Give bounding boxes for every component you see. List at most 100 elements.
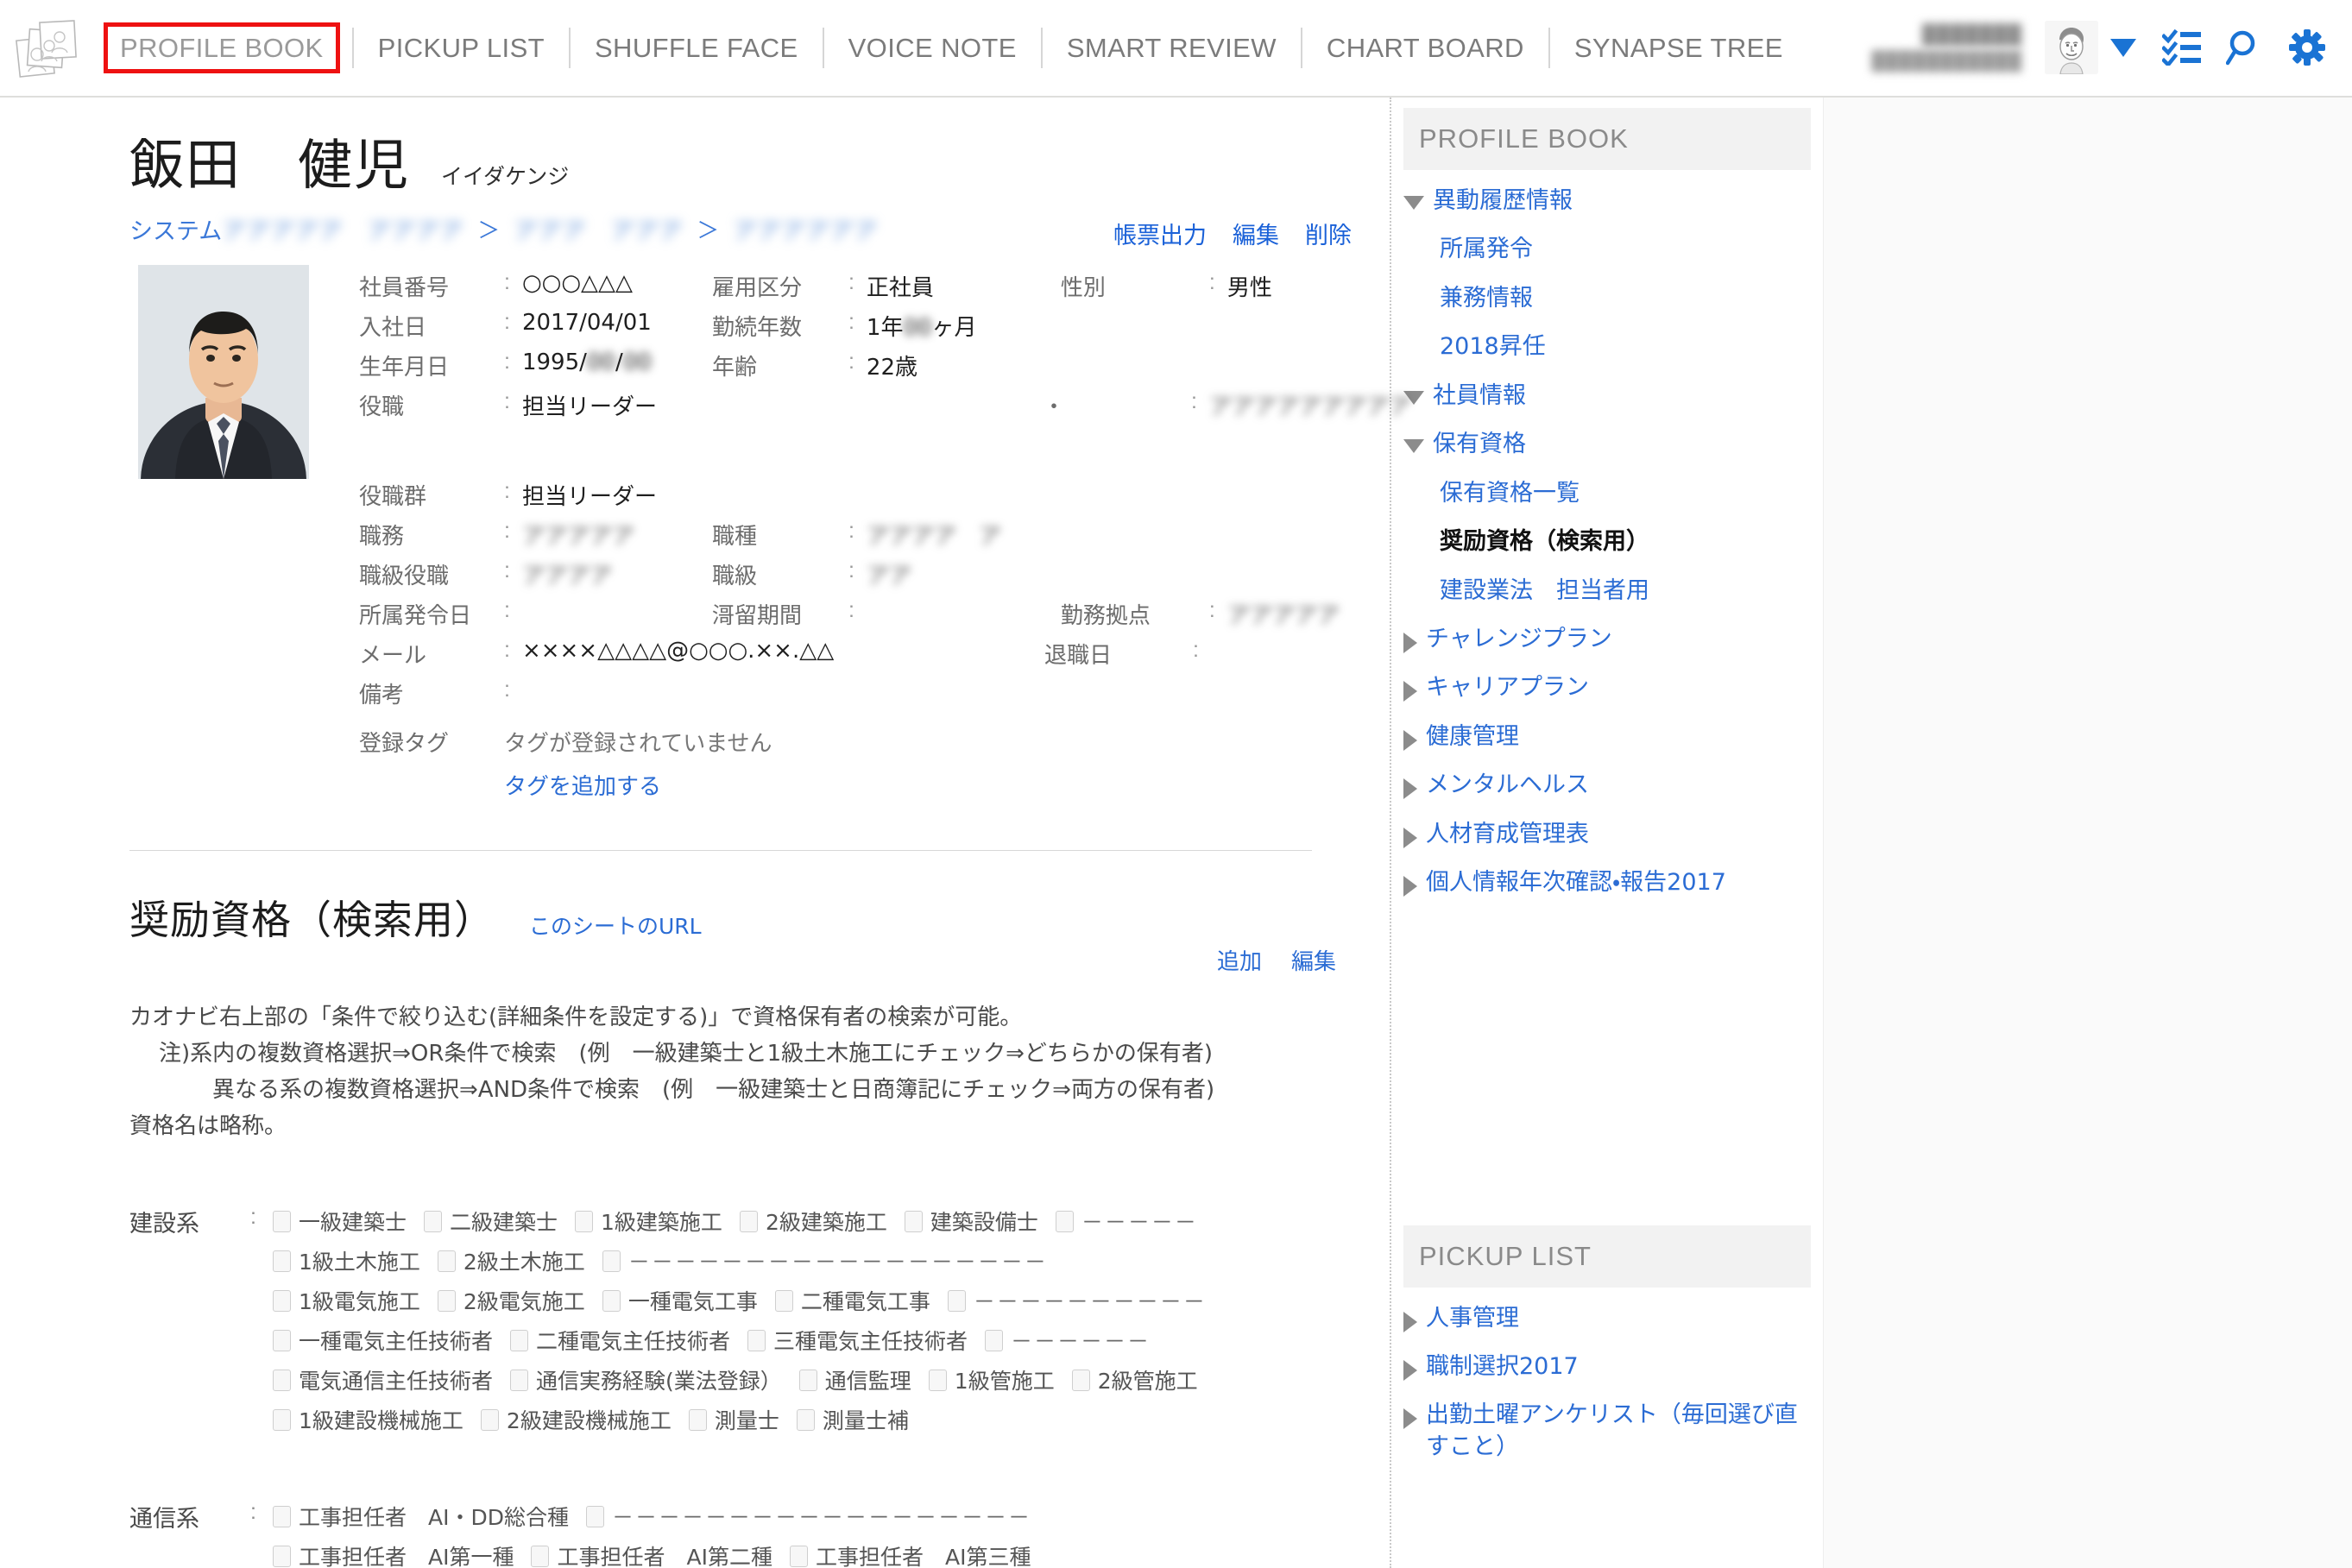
nav-tab-shuffle-face[interactable]: SHUFFLE FACE [571,35,823,61]
qualification-checkbox-item[interactable]: 建築設備士 [904,1206,1038,1237]
nav-tab-pickup-list[interactable]: PICKUP LIST [354,35,569,61]
sidebar-item-4[interactable]: 2018昇任 [1391,323,1823,371]
sheet-add-link[interactable]: 追加 [1217,944,1262,976]
add-tag-link[interactable]: タグを追加する [504,769,661,801]
checkbox-input[interactable] [273,1210,291,1232]
qualification-checkbox-item[interactable]: 2級建築施工 [739,1206,887,1237]
nav-tab-synapse-tree[interactable]: SYNAPSE TREE [1550,35,1807,61]
nav-tab-profile-book[interactable]: PROFILE BOOK [104,22,340,73]
checkbox-input[interactable] [798,1369,817,1391]
checklist-icon[interactable] [2162,29,2202,66]
checkbox-input[interactable] [273,1545,291,1567]
checkbox-input[interactable] [437,1289,456,1312]
user-avatar-icon[interactable] [2045,21,2098,75]
qualification-checkbox-item[interactable]: 2級建設機械施工 [480,1404,672,1435]
sidebar-item-11[interactable]: キャリアプラン [1391,664,1823,712]
breadcrumb-root[interactable]: システム [129,212,222,246]
checkbox-input[interactable] [747,1329,766,1351]
sidebar-item-2[interactable]: 職制選択2017 [1391,1343,1823,1391]
sidebar-item-3[interactable]: 出勤土曜アンケリスト（毎回選び直すこと） [1391,1391,1823,1471]
qualification-checkbox-item[interactable]: 通信監理 [798,1364,911,1395]
qualification-checkbox-item[interactable]: 測量士 [688,1404,779,1435]
breadcrumb-segment-3[interactable]: アアアアアア [733,212,878,246]
nav-tab-chart-board[interactable]: CHART BOARD [1302,35,1548,61]
checkbox-input[interactable] [774,1289,793,1312]
logo[interactable] [0,0,95,96]
qualification-checkbox-item[interactable]: 2級電気施工 [437,1285,585,1316]
qualification-checkbox-item[interactable]: 二種電気工事 [774,1285,930,1316]
qualification-checkbox-item[interactable]: 三種電気主任技術者 [747,1325,968,1356]
qualification-checkbox-item[interactable]: 1級建築施工 [575,1206,722,1237]
qualification-checkbox-item[interactable]: 一級建築士 [273,1206,407,1237]
checkbox-input[interactable] [424,1210,443,1232]
checkbox-input[interactable] [273,1329,291,1351]
search-icon[interactable] [2226,28,2264,66]
checkbox-input[interactable] [1071,1369,1090,1391]
checkbox-input[interactable] [273,1369,291,1391]
checkbox-input[interactable] [273,1408,291,1431]
checkbox-input[interactable] [947,1289,966,1312]
checkbox-input[interactable] [602,1250,621,1272]
qualification-checkbox-item[interactable]: 1級管施工 [928,1364,1055,1395]
checkbox-input[interactable] [602,1289,621,1312]
qualification-checkbox-item[interactable]: 工事担任者 AI第一種 [273,1540,514,1568]
qualification-checkbox-item[interactable]: 工事担任者 AI・DD総合種 [273,1501,569,1532]
chevron-down-icon[interactable] [2110,38,2136,57]
sheet-edit-link[interactable]: 編集 [1291,944,1336,976]
qualification-checkbox-item[interactable]: 1級電気施工 [273,1285,420,1316]
sidebar-item-7[interactable]: 保有資格一覧 [1391,469,1823,518]
gear-icon[interactable] [2288,28,2326,66]
checkbox-input[interactable] [273,1250,291,1272]
qualification-checkbox-item[interactable]: 工事担任者 AI第二種 [531,1540,772,1568]
sidebar-item-3[interactable]: 兼務情報 [1391,274,1823,323]
checkbox-input[interactable] [510,1369,529,1391]
checkbox-input[interactable] [904,1210,923,1232]
sidebar-item-10[interactable]: チャレンジプラン [1391,615,1823,664]
checkbox-input[interactable] [273,1505,291,1527]
delete-link[interactable]: 削除 [1305,217,1352,250]
qualification-checkbox-item[interactable]: 二級建築士 [424,1206,558,1237]
checkbox-input[interactable] [928,1369,947,1391]
checkbox-input[interactable] [1055,1210,1074,1232]
sidebar-item-8[interactable]: 奨励資格（検索用） [1391,518,1823,566]
checkbox-input[interactable] [575,1210,594,1232]
checkbox-input[interactable] [437,1250,456,1272]
sidebar-item-9[interactable]: 建設業法 担当者用 [1391,567,1823,615]
sidebar-item-15[interactable]: 個人情報年次確認・報告2017 [1391,859,1823,907]
edit-link[interactable]: 編集 [1233,217,1279,250]
checkbox-input[interactable] [510,1329,529,1351]
qualification-checkbox-item[interactable]: 1級土木施工 [273,1245,420,1276]
sidebar-item-13[interactable]: メンタルヘルス [1391,761,1823,809]
checkbox-input[interactable] [796,1408,815,1431]
breadcrumb-segment-1[interactable]: アアアアア アアアア [222,212,463,246]
qualification-checkbox-item[interactable]: 一種電気主任技術者 [273,1325,493,1356]
checkbox-input[interactable] [480,1408,499,1431]
sheet-url-link[interactable]: このシートのURL [529,910,702,941]
sidebar-item-1[interactable]: 異動履歴情報 [1391,177,1823,225]
checkbox-input[interactable] [789,1545,808,1567]
sidebar-item-1[interactable]: 人事管理 [1391,1294,1823,1343]
checkbox-input[interactable] [739,1210,758,1232]
qualification-checkbox-item[interactable]: 二種電気主任技術者 [510,1325,730,1356]
sidebar-item-2[interactable]: 所属発令 [1391,225,1823,274]
nav-tab-smart-review[interactable]: SMART REVIEW [1043,35,1301,61]
sidebar-item-12[interactable]: 健康管理 [1391,713,1823,761]
qualification-checkbox-item[interactable]: 工事担任者 AI第三種 [789,1540,1031,1568]
qualification-checkbox-item[interactable]: 1級建設機械施工 [273,1404,463,1435]
qualification-checkbox-item[interactable]: 測量士補 [796,1404,909,1435]
qualification-checkbox-item[interactable]: 2級管施工 [1071,1364,1198,1395]
qualification-checkbox-item[interactable]: 2級土木施工 [437,1245,585,1276]
checkbox-input[interactable] [273,1289,291,1312]
checkbox-input[interactable] [531,1545,550,1567]
qualification-checkbox-item[interactable]: 通信実務経験(業法登録） [510,1364,782,1395]
nav-tab-voice-note[interactable]: VOICE NOTE [824,35,1041,61]
sidebar-item-6[interactable]: 保有資格 [1391,420,1823,469]
checkbox-input[interactable] [585,1505,604,1527]
qualification-checkbox-item[interactable]: 電気通信主任技術者 [273,1364,493,1395]
checkbox-input[interactable] [688,1408,707,1431]
sidebar-item-5[interactable]: 社員情報 [1391,372,1823,420]
qualification-checkbox-item[interactable]: 一種電気工事 [602,1285,758,1316]
checkbox-input[interactable] [985,1329,1004,1351]
breadcrumb-segment-2[interactable]: アアア アアア [514,212,683,246]
sidebar-item-14[interactable]: 人材育成管理表 [1391,810,1823,859]
